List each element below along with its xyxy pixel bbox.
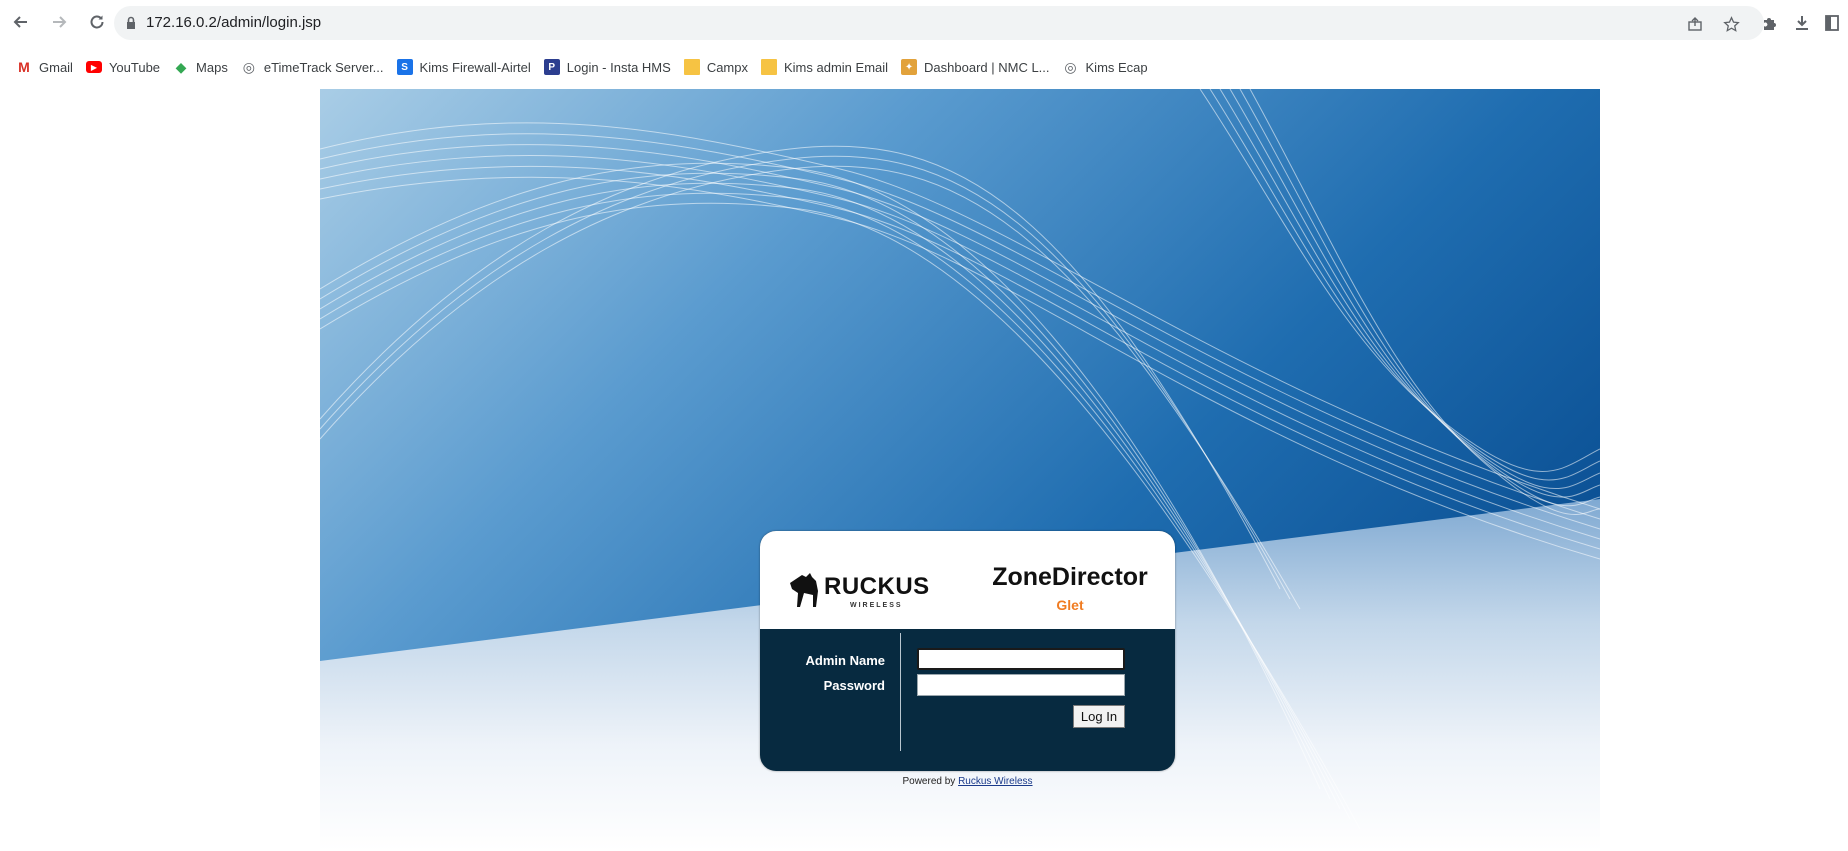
bookmark-label: Campx [706, 59, 748, 75]
gmail-icon: M [18, 59, 30, 75]
password-input[interactable] [917, 674, 1125, 696]
share-icon[interactable] [1684, 13, 1706, 35]
admin-name-input[interactable] [917, 648, 1125, 670]
log-in-button[interactable]: Log In [1073, 705, 1125, 728]
folder-icon [683, 59, 700, 75]
bookmark-label: Kims admin Email [784, 59, 889, 75]
bookmark-label: YouTube [108, 59, 161, 75]
dog-logo-icon [790, 573, 818, 607]
globe-icon: ◎ [1064, 58, 1077, 75]
bookmark-item[interactable]: P Login - Insta HMS [540, 53, 680, 81]
reload-icon[interactable] [84, 9, 110, 35]
bookmark-label: eTimeTrack Server... [263, 59, 384, 75]
bookmark-label: Kims Ecap [1085, 59, 1148, 75]
bookmark-label: Dashboard | NMC L... [924, 59, 1050, 75]
product-subtitle: Glet [1056, 597, 1084, 613]
folder-icon [761, 59, 777, 75]
bookmark-label: Login - Insta HMS [566, 59, 671, 75]
extensions-puzzle-icon[interactable] [1758, 11, 1782, 35]
login-header: RUCKUS WIRELESS ZoneDirector Glet [760, 531, 1175, 629]
password-label: Password [823, 678, 885, 693]
login-panel: RUCKUS WIRELESS ZoneDirector Glet Admin … [760, 531, 1175, 771]
maps-icon: ◆ [175, 58, 187, 75]
lock-icon[interactable] [126, 16, 136, 30]
product-title: ZoneDirector [992, 563, 1148, 591]
bookmark-item[interactable]: ✦ Dashboard | NMC L... [897, 53, 1058, 81]
browser-toolbar: 172.16.0.2/admin/login.jsp [0, 0, 1848, 46]
side-panel-icon[interactable] [1820, 11, 1844, 35]
bookmark-item[interactable]: ◆ Maps [169, 53, 237, 81]
form-divider [900, 633, 901, 751]
address-bar[interactable]: 172.16.0.2/admin/login.jsp [114, 6, 1764, 40]
star-icon[interactable] [1720, 13, 1742, 35]
bookmarks-bar: M Gmail ▶ YouTube ◆ Maps ◎ eTimeTrack Server...… [0, 50, 1848, 84]
bookmark-item[interactable]: ▶ YouTube [82, 53, 169, 81]
site-icon: ✦ [901, 59, 918, 75]
site-icon: S [396, 59, 413, 75]
powered-by-text: Powered by [902, 776, 959, 787]
admin-name-label: Admin Name [805, 653, 885, 668]
brand-name: RUCKUS [824, 573, 930, 600]
download-icon[interactable] [1790, 11, 1814, 35]
ruckus-logo: RUCKUS WIRELESS [786, 569, 929, 615]
bookmark-label: Gmail [39, 59, 73, 75]
bookmark-item[interactable]: S Kims Firewall-Airtel [393, 53, 540, 81]
globe-icon: ◎ [242, 58, 255, 75]
back-arrow-icon[interactable] [8, 9, 34, 35]
brand-subtitle: WIRELESS [850, 602, 903, 609]
powered-by-footer: Powered by Ruckus Wireless [760, 776, 1175, 787]
bookmark-item[interactable]: Campx [680, 53, 757, 81]
bookmark-item[interactable]: ◎ eTimeTrack Server... [237, 53, 393, 81]
url-text[interactable]: 172.16.0.2/admin/login.jsp [146, 14, 321, 31]
bookmark-item[interactable]: M Gmail [12, 53, 82, 81]
forward-arrow-icon[interactable] [46, 9, 72, 35]
site-icon: P [543, 59, 560, 75]
youtube-icon: ▶ [85, 61, 102, 73]
bookmark-label: Maps [196, 59, 228, 75]
bookmark-label: Kims Firewall-Airtel [419, 59, 531, 75]
bookmark-item[interactable]: Kims admin Email [757, 53, 897, 81]
bookmark-item[interactable]: ◎ Kims Ecap [1059, 53, 1157, 81]
ruckus-wireless-link[interactable]: Ruckus Wireless [958, 776, 1032, 787]
